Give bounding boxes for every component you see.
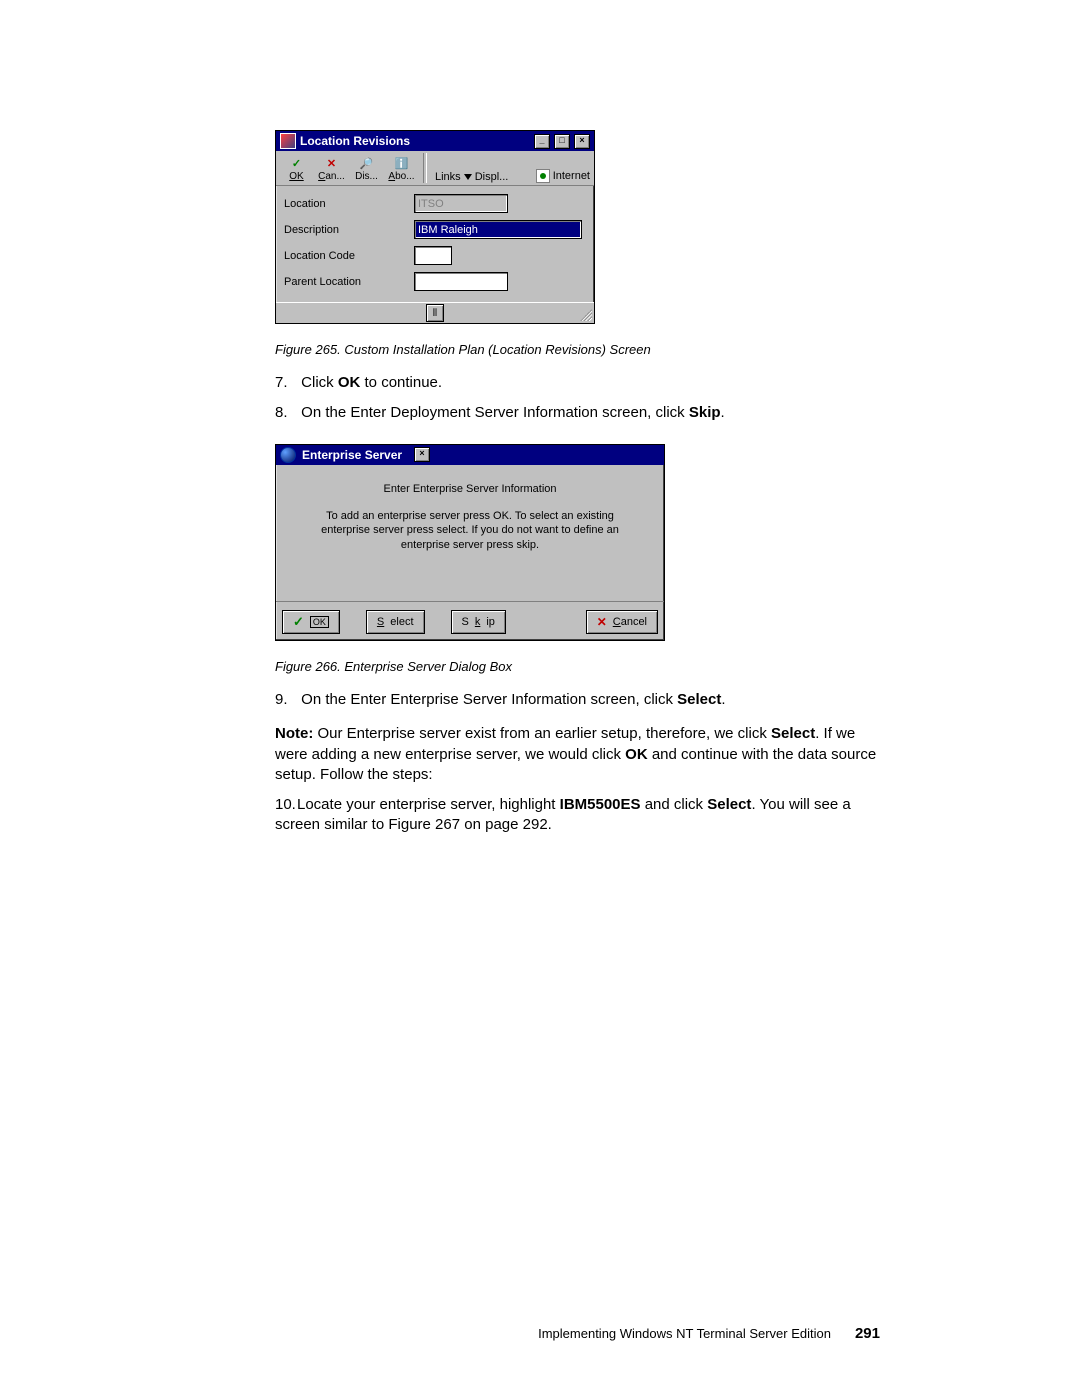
ok-tool[interactable]: ✓ OK: [280, 154, 313, 183]
check-icon: ✓: [293, 614, 304, 630]
ok-button-label: OK: [310, 616, 329, 628]
description-label: Description: [284, 224, 414, 236]
links-group[interactable]: Links Displ...: [435, 171, 508, 183]
titlebar: Location Revisions _ □ ×: [276, 131, 594, 151]
ok-label: OK: [289, 171, 303, 182]
location-code-input[interactable]: [414, 246, 452, 265]
maximize-button[interactable]: □: [554, 134, 570, 149]
form-area: Location ITSO Description IBM Raleigh Lo…: [276, 186, 594, 302]
step-7-num: 7.: [275, 373, 297, 393]
window-title: Location Revisions: [300, 134, 410, 148]
step-9: 9. On the Enter Enterprise Server Inform…: [275, 690, 885, 710]
about-icon: ℹ️: [395, 155, 409, 171]
x-icon: ✕: [327, 155, 336, 171]
cancel-tool[interactable]: ✕ CCan...an...: [315, 154, 348, 183]
parent-location-input[interactable]: [414, 272, 508, 291]
dis-tool[interactable]: 🔎 Dis...: [350, 154, 383, 183]
description-input[interactable]: IBM Raleigh: [414, 220, 582, 239]
select-button[interactable]: Select: [366, 610, 425, 634]
abo-tool[interactable]: ℹ️ Abo...: [385, 154, 418, 183]
x-icon: ✕: [597, 615, 607, 629]
dialog-button-row: ✓ OK Select Skip ✕ Cancel: [276, 601, 664, 640]
minimize-button[interactable]: _: [534, 134, 550, 149]
note-paragraph: Note: Our Enterprise server exist from a…: [275, 724, 885, 785]
dialog-body: Enter Enterprise Server Information To a…: [276, 465, 664, 602]
page-footer: Implementing Windows NT Terminal Server …: [275, 1325, 880, 1342]
check-icon: ✓: [292, 155, 301, 171]
dialog-titlebar: Enterprise Server ×: [276, 445, 664, 465]
footer-text: Implementing Windows NT Terminal Server …: [538, 1326, 831, 1341]
step-10-num: 10.: [275, 795, 297, 815]
parent-location-label: Parent Location: [284, 276, 414, 288]
location-code-label: Location Code: [284, 250, 414, 262]
toolbar: ✓ OK ✕ CCan...an... 🔎 Dis... ℹ️ Abo... L…: [276, 151, 594, 186]
location-label: Location: [284, 198, 414, 210]
step-10: 10.Locate your enterprise server, highli…: [275, 795, 885, 836]
step-9-num: 9.: [275, 690, 297, 710]
dialog-instructions: To add an enterprise server press OK. To…: [304, 509, 636, 554]
displ-label: Displ...: [475, 171, 509, 183]
size-grip[interactable]: [580, 309, 592, 321]
dialog-title: Enterprise Server: [302, 448, 402, 462]
figure-265-caption: Figure 265. Custom Installation Plan (Lo…: [275, 342, 885, 357]
globe-icon: [280, 447, 296, 463]
toolbar-separator: [423, 153, 427, 183]
links-label: Links: [435, 171, 461, 183]
dialog-heading: Enter Enterprise Server Information: [288, 483, 652, 495]
figure-266-caption: Figure 266. Enterprise Server Dialog Box: [275, 659, 885, 674]
internet-icon: [536, 169, 550, 183]
enterprise-server-dialog: Enterprise Server × Enter Enterprise Ser…: [275, 444, 665, 642]
step-8-num: 8.: [275, 403, 297, 423]
chevron-down-icon: [464, 174, 472, 180]
binoculars-icon: 🔎: [360, 155, 374, 171]
ok-button[interactable]: ✓ OK: [282, 610, 340, 634]
step-7: 7. Click OK to continue.: [275, 373, 885, 393]
close-button[interactable]: ×: [574, 134, 590, 149]
app-icon: [280, 133, 296, 149]
location-revisions-window: Location Revisions _ □ × ✓ OK ✕ CCan...a…: [275, 130, 595, 324]
internet-label: Internet: [553, 170, 590, 182]
dialog-close-button[interactable]: ×: [414, 447, 430, 462]
internet-group[interactable]: Internet: [536, 169, 590, 183]
cancel-button[interactable]: ✕ Cancel: [586, 610, 658, 634]
dis-label: Dis...: [355, 171, 378, 182]
location-input[interactable]: ITSO: [414, 194, 508, 213]
page-number: 291: [855, 1325, 880, 1342]
skip-button[interactable]: Skip: [451, 610, 506, 634]
scroll-thumb[interactable]: ⦀: [426, 304, 444, 322]
status-bar: ⦀: [276, 302, 594, 323]
step-8: 8. On the Enter Deployment Server Inform…: [275, 403, 885, 423]
